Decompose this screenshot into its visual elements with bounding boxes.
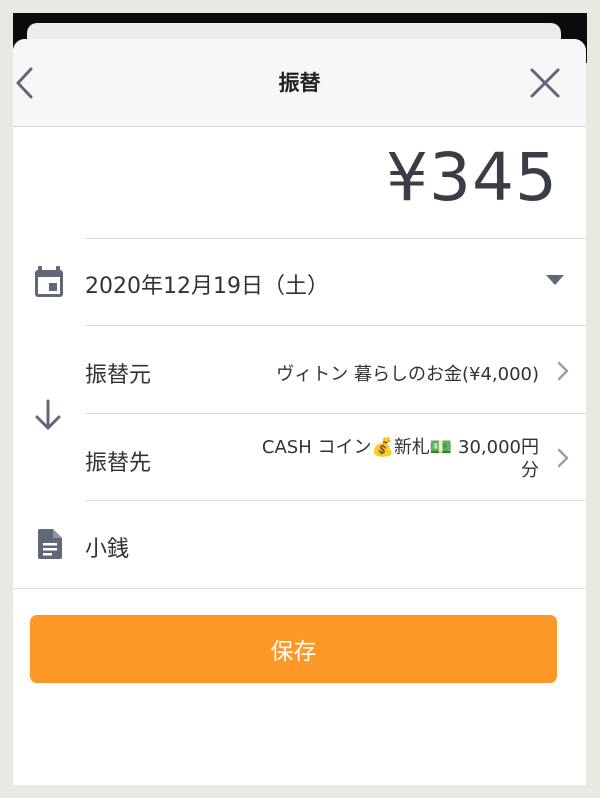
amount-display[interactable]: ¥345	[386, 139, 558, 216]
page-title: 振替	[278, 71, 321, 95]
divider	[85, 238, 586, 239]
divider	[85, 413, 586, 414]
document-icon	[37, 528, 63, 564]
transfer-to-value: CASH コイン💰新札💵 30,000円 分	[262, 436, 539, 482]
chevron-right-icon	[557, 361, 569, 381]
transfer-from-label: 振替元	[85, 363, 152, 388]
calendar-icon	[33, 265, 65, 303]
nav-bar: 振替	[13, 39, 586, 127]
transfer-from-value: ヴィトン 暮らしのお金(¥4,000)	[276, 364, 539, 385]
divider	[85, 325, 586, 326]
divider	[13, 588, 586, 589]
divider	[85, 500, 586, 501]
save-button[interactable]: 保存	[30, 615, 557, 683]
close-icon	[530, 68, 560, 98]
transfer-sheet: 振替 ¥345 2020年12月19日（土） 振替元 ヴィトン 暮らしのお金(¥…	[13, 39, 586, 785]
memo-value: 小銭	[85, 537, 130, 562]
chevron-right-icon	[557, 448, 569, 468]
transfer-to-value-line: 分	[521, 460, 539, 481]
date-value: 2020年12月19日（土）	[85, 274, 329, 299]
close-button[interactable]	[525, 63, 565, 103]
transfer-to-value-line: CASH コイン💰新札💵 30,000円	[261, 437, 539, 458]
caret-down-icon[interactable]	[545, 273, 565, 287]
transfer-to-label: 振替先	[85, 451, 152, 476]
memo-field[interactable]	[85, 502, 586, 588]
arrow-down-icon	[33, 398, 63, 436]
